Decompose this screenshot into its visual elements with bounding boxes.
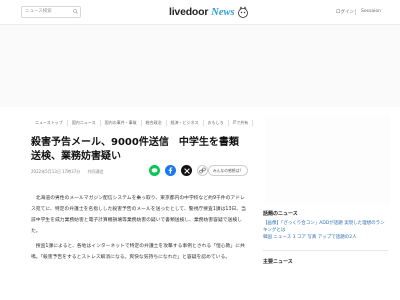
category-tabs: ニューストップ 国内ニュース 国内の事件・事故 総合政治 経済・ビジネス おもし… (31, 120, 269, 126)
tab-funny[interactable]: おもしろ (204, 120, 229, 126)
tab-economy[interactable]: 経済・ビジネス (167, 120, 204, 126)
sidebar-ad-space (265, 115, 390, 205)
mascot-icon (237, 6, 248, 18)
search-placeholder: ニュース検索 (25, 9, 52, 14)
tab-it[interactable]: ITで共有 (229, 120, 254, 126)
search-icon[interactable] (73, 9, 78, 14)
sidebar-link[interactable]: 【画像】「ざっくり合コン」ADDが話題 実現した理想のランキングとは (263, 220, 388, 234)
line-share-icon[interactable] (149, 165, 160, 176)
sidebar-link[interactable]: 韓国 ニュース 3 コア 写真 アップで話題の2人 (263, 234, 388, 241)
sidebar: 話題のニュース 【画像】「ざっくり合コン」ADDが話題 実現した理想のランキング… (255, 107, 400, 300)
search-input[interactable]: ニュース検索 (21, 6, 81, 18)
article-main: ニューストップ 国内ニュース 国内の事件・事故 総合政治 経済・ビジネス おもし… (21, 107, 265, 300)
share-buttons (149, 165, 208, 176)
article-title: 殺害予告メール、9000件送信 中学生を書類送検、業務妨害疑い (31, 137, 239, 162)
article-paragraph-2: 捜査1課によると、各地はインターネットで特定の弁護士を攻撃する事例とされる「恒心… (31, 244, 245, 260)
site-logo[interactable]: livedoor News (169, 5, 249, 19)
logo-text: livedoor (169, 6, 209, 18)
ad-space (0, 25, 400, 107)
sidebar-divider (263, 250, 388, 251)
tab-politics[interactable]: 総合政治 (142, 120, 167, 126)
tab-domestic[interactable]: 国内ニュース (68, 120, 101, 126)
sidebar-section-heading: 話題のニュース (263, 211, 298, 217)
signup-link[interactable]: Sessaion (361, 9, 381, 14)
site-header: ニュース検索 livedoor News ログイン Sessaion (0, 0, 400, 25)
tab-incidents[interactable]: 国内の事件・事故 (101, 120, 142, 126)
article-paragraph-1: 北海道の男性のメールマガジン配信システムを乗っ取り、東京都内の中学校など約9千件… (31, 196, 246, 234)
tab-news-top[interactable]: ニューストップ (31, 120, 68, 126)
x-share-icon[interactable] (181, 165, 192, 176)
opinion-label: みんなの感想は？ (212, 168, 244, 173)
logo-news: News (211, 6, 235, 18)
copy-link-icon[interactable] (197, 165, 208, 176)
article-date: 2022年5月13日 17時37分 (31, 169, 81, 174)
header-divider (355, 9, 356, 15)
article-source[interactable]: 共同通信 (88, 169, 104, 174)
facebook-share-icon[interactable] (165, 165, 176, 176)
article-meta: 2022年5月13日 17時37分 共同通信 (31, 169, 110, 175)
sidebar-section-heading: 主要ニュース (263, 259, 293, 265)
opinion-button[interactable]: みんなの感想は？ (208, 165, 248, 176)
login-link[interactable]: ログイン (336, 9, 354, 15)
